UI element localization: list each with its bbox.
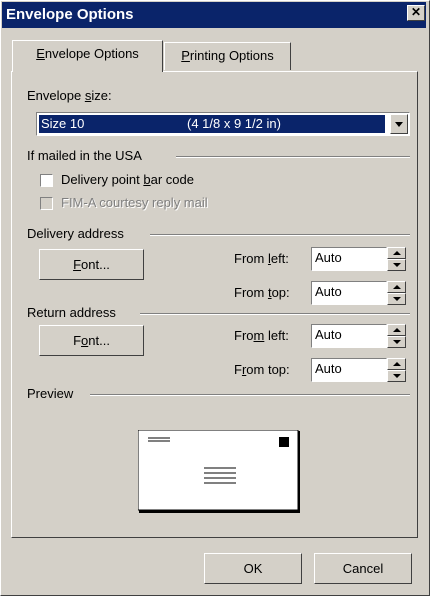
spin-up-button[interactable] — [387, 324, 406, 336]
usa-group-divider — [176, 156, 410, 158]
delivery-font-button[interactable]: Font... — [39, 249, 144, 280]
arrow-up-icon — [393, 362, 401, 366]
delivery-address-divider — [150, 234, 410, 236]
arrow-down-icon — [393, 263, 401, 267]
usa-group-heading: If mailed in the USA — [27, 148, 142, 163]
tab-printing-options[interactable]: Printing Options — [164, 42, 291, 70]
close-icon: ✕ — [410, 5, 422, 19]
arrow-down-icon — [393, 297, 401, 301]
spin-up-button[interactable] — [387, 281, 406, 293]
spin-down-button[interactable] — [387, 293, 406, 305]
arrow-up-icon — [393, 285, 401, 289]
delivery-bar-code-checkbox[interactable] — [40, 174, 53, 187]
fim-a-checkbox[interactable] — [40, 197, 53, 210]
spin-up-button[interactable] — [387, 358, 406, 370]
delivery-from-top-input[interactable]: Auto — [311, 281, 387, 305]
envelope-size-name: Size 10 — [41, 116, 85, 131]
delivery-font-button-label: Font... — [73, 257, 110, 272]
delivery-from-top-spinner[interactable] — [387, 281, 406, 305]
cancel-button[interactable]: Cancel — [314, 553, 412, 584]
spin-down-button[interactable] — [387, 370, 406, 382]
spin-down-button[interactable] — [387, 336, 406, 348]
envelope-size-label: Envelope size: — [27, 88, 112, 103]
cancel-button-label: Cancel — [342, 561, 384, 576]
stamp-icon — [279, 437, 289, 447]
return-address-heading: Return address — [27, 305, 116, 320]
return-from-left-input[interactable]: Auto — [311, 324, 387, 348]
delivery-bar-code-label[interactable]: Delivery point bar code — [61, 172, 194, 187]
close-button[interactable]: ✕ — [407, 5, 425, 21]
spin-down-button[interactable] — [387, 259, 406, 271]
delivery-from-left-label: From left: — [234, 251, 289, 266]
envelope-size-selected: Size 10 (4 1/8 x 9 1/2 in) — [39, 115, 385, 133]
tab-printing-options-label: Printing Options — [181, 48, 274, 63]
return-from-top-spinner[interactable] — [387, 358, 406, 382]
envelope-body — [138, 430, 299, 511]
delivery-from-left-spinner[interactable] — [387, 247, 406, 271]
delivery-from-left-input[interactable]: Auto — [311, 247, 387, 271]
spin-up-button[interactable] — [387, 247, 406, 259]
return-from-left-spinner[interactable] — [387, 324, 406, 348]
ok-button[interactable]: OK — [204, 553, 302, 584]
return-from-top-label: From top: — [234, 362, 290, 377]
envelope-size-dropdown-button[interactable] — [390, 114, 408, 134]
delivery-address-heading: Delivery address — [27, 226, 124, 241]
return-address-divider — [140, 313, 410, 315]
envelope-size-select[interactable]: Size 10 (4 1/8 x 9 1/2 in) — [36, 112, 410, 136]
delivery-from-top-label: From top: — [234, 285, 290, 300]
arrow-up-icon — [393, 251, 401, 255]
return-from-top-input[interactable]: Auto — [311, 358, 387, 382]
window-title: Envelope Options — [6, 6, 134, 23]
chevron-down-icon — [395, 122, 403, 127]
envelope-preview[interactable] — [138, 430, 304, 518]
preview-heading: Preview — [27, 386, 74, 401]
fim-a-label: FIM-A courtesy reply mail — [61, 195, 208, 210]
arrow-down-icon — [393, 374, 401, 378]
envelope-size-dims: (4 1/8 x 9 1/2 in) — [187, 116, 281, 131]
title-bar: Envelope Options — [2, 2, 426, 28]
arrow-down-icon — [393, 340, 401, 344]
tab-envelope-options-label: Envelope Options — [36, 46, 139, 61]
return-font-button[interactable]: Font... — [39, 325, 144, 356]
return-from-left-label: From left: — [234, 328, 289, 343]
tab-envelope-options[interactable]: Envelope Options — [12, 40, 163, 72]
return-font-button-label: Font... — [73, 333, 110, 348]
ok-button-label: OK — [243, 561, 263, 576]
preview-divider — [90, 394, 410, 396]
arrow-up-icon — [393, 328, 401, 332]
